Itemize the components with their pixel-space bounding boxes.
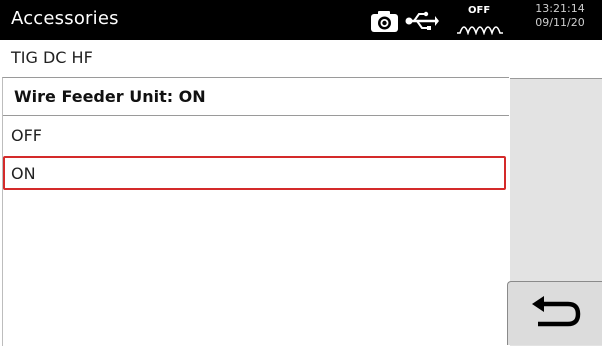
parameter-header: Wire Feeder Unit: ON — [3, 78, 509, 116]
camera-icon[interactable] — [368, 9, 401, 33]
hf-wave-icon — [457, 26, 503, 35]
page-title: Accessories — [11, 8, 119, 29]
hf-indicator: OFF — [448, 4, 510, 38]
back-button[interactable] — [507, 281, 602, 345]
option-on[interactable]: ON — [3, 156, 506, 190]
hf-status-label: OFF — [468, 5, 491, 16]
option-off[interactable]: OFF — [3, 118, 506, 152]
clock-time: 13:21:14 — [535, 2, 585, 15]
return-arrow-icon — [532, 296, 581, 327]
parameter-panel: Wire Feeder Unit: ON OFF ON — [2, 77, 509, 346]
title-bar: Accessories OFF 13:21:14 09/11/20 — [0, 0, 602, 40]
option-on-label: ON — [11, 164, 36, 183]
parameter-header-label: Wire Feeder Unit: ON — [14, 87, 206, 106]
option-off-label: OFF — [11, 126, 42, 145]
process-mode: TIG DC HF — [11, 48, 93, 67]
usb-icon — [404, 9, 439, 33]
clock: 13:21:14 09/11/20 — [520, 2, 600, 30]
clock-date: 09/11/20 — [535, 16, 585, 29]
